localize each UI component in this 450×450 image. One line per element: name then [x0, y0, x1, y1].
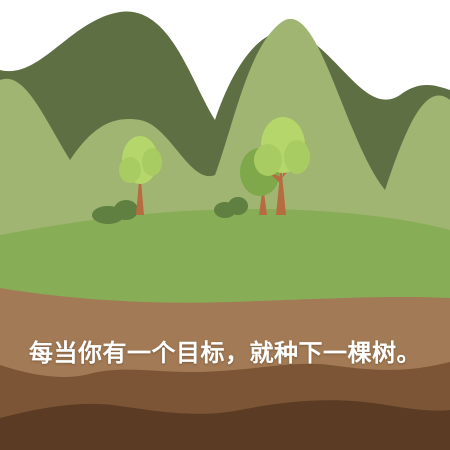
motivational-caption: 每当你有一个目标，就种下一棵树。: [29, 339, 421, 367]
illustration-scene: 每当你有一个目标，就种下一棵树。: [0, 0, 450, 450]
grass-hill: [0, 209, 450, 310]
landscape-illustration: [0, 11, 450, 450]
